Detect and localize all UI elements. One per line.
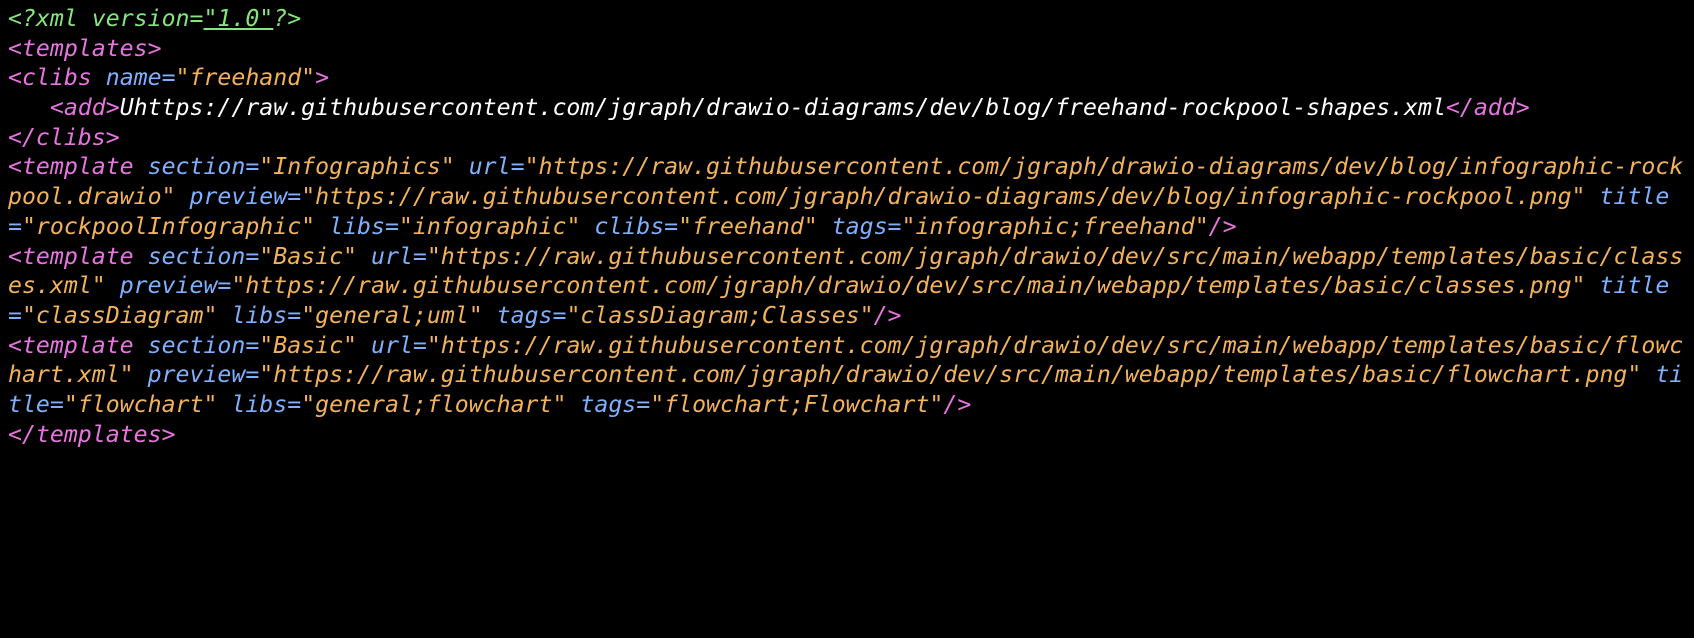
templates-close-tag: </templates> (8, 421, 176, 448)
template-row: <template section="Infographics" url="ht… (8, 153, 1683, 239)
add-open-tag: <add> (50, 94, 120, 121)
add-close-tag: </add> (1446, 94, 1530, 121)
xml-code-block: <?xml version="1.0"?> <templates> <clibs… (0, 0, 1694, 453)
clibs-open-tag: <clibs name="freehand"> (8, 64, 329, 91)
templates-open-tag: <templates> (8, 35, 162, 62)
template-row: <template section="Basic" url="https://r… (8, 332, 1683, 418)
template-row: <template section="Basic" url="https://r… (8, 243, 1683, 329)
clibs-close-tag: </clibs> (8, 124, 120, 151)
add-text: Uhttps://raw.githubusercontent.com/jgrap… (120, 94, 1446, 121)
xml-declaration: <?xml version="1.0"?> (8, 5, 301, 32)
